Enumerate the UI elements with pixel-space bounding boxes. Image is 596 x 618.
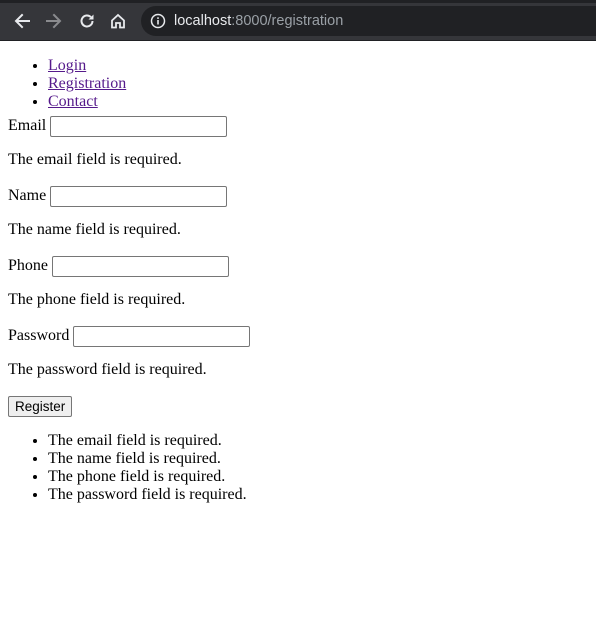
submit-row: Register (8, 396, 596, 417)
home-icon (111, 13, 125, 29)
registration-link[interactable]: Registration (48, 75, 126, 92)
reload-button[interactable] (76, 10, 98, 32)
error-summary: The email field is required. The name fi… (8, 432, 596, 504)
error-summary-item: The phone field is required. (48, 468, 596, 486)
name-row: Name (8, 185, 596, 207)
home-button[interactable] (107, 10, 129, 32)
url-path: :8000/registration (231, 13, 344, 29)
info-icon[interactable] (150, 13, 166, 29)
browser-toolbar: localhost:8000/registration (0, 0, 596, 41)
email-error: The email field is required. (8, 151, 182, 168)
address-url[interactable]: localhost:8000/registration (174, 12, 343, 30)
login-link[interactable]: Login (48, 57, 86, 74)
password-field[interactable] (73, 325, 251, 347)
phone-label: Phone (8, 257, 48, 274)
phone-row: Phone (8, 255, 596, 277)
reload-icon (80, 14, 94, 28)
register-button[interactable]: Register (8, 396, 73, 417)
email-label: Email (8, 117, 47, 134)
arrow-left-icon (14, 13, 30, 29)
name-field[interactable] (50, 185, 228, 207)
contact-link[interactable]: Contact (48, 93, 98, 110)
nav-item-registration: Registration (48, 75, 596, 93)
password-error: The password field is required. (8, 361, 207, 378)
error-summary-item: The email field is required. (48, 432, 596, 450)
phone-error: The phone field is required. (8, 291, 186, 308)
tab-strip-edge (0, 0, 596, 3)
phone-field[interactable] (52, 255, 229, 277)
url-host: localhost (174, 13, 232, 29)
main-nav: Login Registration Contact (8, 57, 596, 111)
password-label: Password (8, 327, 70, 344)
name-error: The name field is required. (8, 221, 181, 238)
page-content: Login Registration Contact Email The ema… (8, 41, 596, 504)
back-button[interactable] (11, 10, 33, 32)
forward-button[interactable] (43, 10, 65, 32)
error-summary-item: The name field is required. (48, 450, 596, 468)
email-row: Email (8, 115, 596, 137)
nav-item-login: Login (48, 57, 596, 75)
error-summary-item: The password field is required. (48, 486, 596, 504)
arrow-right-icon (46, 13, 62, 29)
registration-form: Email The email field is required. Name … (8, 115, 596, 417)
password-row: Password (8, 325, 596, 347)
email-field[interactable] (50, 115, 228, 137)
address-bar[interactable]: localhost:8000/registration (141, 6, 596, 36)
name-label: Name (8, 187, 47, 204)
nav-item-contact: Contact (48, 93, 596, 111)
